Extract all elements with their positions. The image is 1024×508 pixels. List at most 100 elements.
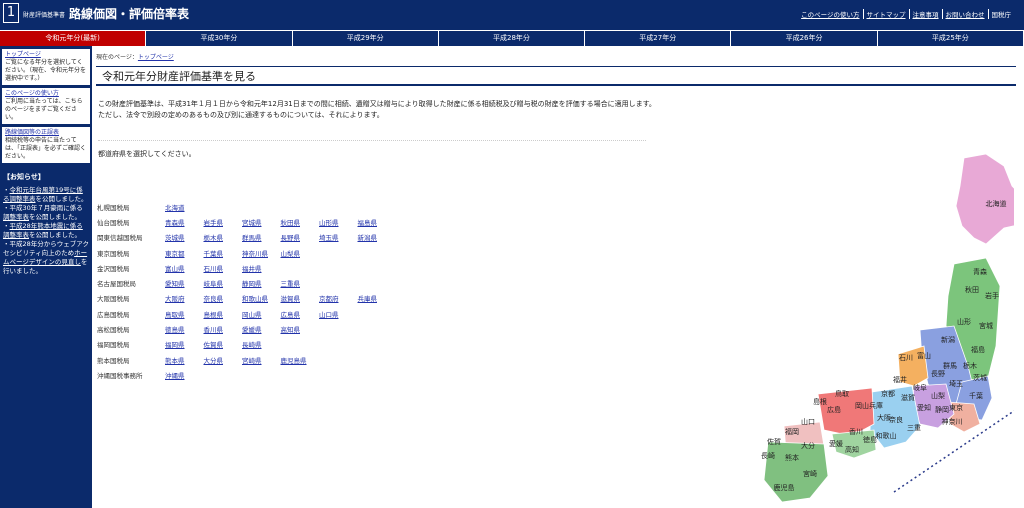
news-link[interactable]: 調整率表 bbox=[3, 213, 29, 221]
prefecture-link[interactable]: 富山県 bbox=[165, 263, 204, 273]
map-label[interactable]: 神奈川 bbox=[942, 417, 963, 426]
map-label[interactable]: 岐阜 bbox=[913, 383, 927, 392]
map-label[interactable]: 宮崎 bbox=[803, 469, 817, 478]
prefecture-link[interactable]: 山梨県 bbox=[281, 248, 320, 258]
map-label[interactable]: 山形 bbox=[957, 317, 971, 326]
prefecture-link[interactable]: 福井県 bbox=[242, 263, 281, 273]
site-title[interactable]: 路線価図・評価倍率表 bbox=[69, 5, 189, 22]
prefecture-link[interactable]: 群馬県 bbox=[242, 232, 281, 242]
region-kumamoto[interactable] bbox=[763, 441, 829, 503]
map-label[interactable]: 熊本 bbox=[785, 453, 799, 462]
map-label[interactable]: 佐賀 bbox=[767, 437, 781, 446]
tab-year-h28[interactable]: 平成28年分 bbox=[439, 31, 586, 46]
prefecture-link[interactable]: 沖縄県 bbox=[165, 370, 204, 380]
prefecture-link[interactable]: 神奈川県 bbox=[242, 248, 281, 258]
prefecture-link[interactable]: 長崎県 bbox=[242, 339, 281, 349]
map-label[interactable]: 山口 bbox=[801, 417, 815, 426]
prefecture-link[interactable]: 長野県 bbox=[281, 232, 320, 242]
prefecture-link[interactable]: 徳島県 bbox=[165, 324, 204, 334]
map-label[interactable]: 埼玉 bbox=[949, 379, 963, 388]
prefecture-link[interactable]: 秋田県 bbox=[281, 217, 320, 227]
map-label[interactable]: 東京 bbox=[949, 403, 963, 412]
header-link-nta[interactable]: 国税庁 bbox=[989, 9, 1015, 19]
map-label[interactable]: 三重 bbox=[907, 424, 921, 432]
map-label[interactable]: 石川 bbox=[899, 354, 913, 362]
tab-year-h29[interactable]: 平成29年分 bbox=[293, 31, 439, 46]
prefecture-link[interactable]: 香川県 bbox=[204, 324, 243, 334]
prefecture-link[interactable]: 宮城県 bbox=[242, 217, 281, 227]
map-label[interactable]: 秋田 bbox=[965, 285, 979, 294]
prefecture-link[interactable]: 大阪府 bbox=[165, 293, 204, 303]
tab-year-h27[interactable]: 平成27年分 bbox=[585, 31, 732, 46]
prefecture-link[interactable]: 福島県 bbox=[358, 217, 397, 227]
prefecture-link[interactable]: 東京都 bbox=[165, 248, 204, 258]
prefecture-link[interactable]: 愛知県 bbox=[165, 278, 204, 288]
map-label[interactable]: 福井 bbox=[893, 375, 907, 384]
region-hokkaido[interactable] bbox=[955, 153, 1014, 245]
prefecture-link[interactable]: 岐阜県 bbox=[204, 278, 243, 288]
map-label[interactable]: 静岡 bbox=[935, 405, 949, 414]
prefecture-link[interactable]: 佐賀県 bbox=[204, 339, 243, 349]
prefecture-link[interactable]: 鳥取県 bbox=[165, 309, 204, 319]
tab-year-h25[interactable]: 平成25年分 bbox=[878, 31, 1024, 46]
prefecture-link[interactable]: 静岡県 bbox=[242, 278, 281, 288]
prefecture-link[interactable]: 兵庫県 bbox=[358, 293, 397, 303]
prefecture-link[interactable]: 宮崎県 bbox=[242, 355, 281, 365]
sidebar-link-howto[interactable]: このページの使い方 bbox=[5, 90, 87, 98]
prefecture-link[interactable]: 京都府 bbox=[319, 293, 358, 303]
map-label[interactable]: 山梨 bbox=[931, 391, 945, 400]
prefecture-link[interactable]: 奈良県 bbox=[204, 293, 243, 303]
map-label[interactable]: 高知 bbox=[845, 445, 859, 454]
map-label[interactable]: 群馬 bbox=[943, 361, 957, 370]
breadcrumb-link-top[interactable]: トップページ bbox=[138, 54, 174, 61]
sidebar-link-errata[interactable]: 路線価図等の正誤表 bbox=[5, 129, 87, 137]
prefecture-link[interactable]: 福岡県 bbox=[165, 339, 204, 349]
prefecture-link[interactable]: 山形県 bbox=[319, 217, 358, 227]
prefecture-link[interactable]: 新潟県 bbox=[358, 232, 397, 242]
japan-map[interactable]: 北海道青森秋田岩手山形 宮城新潟福島石川 富山群馬 栃木長野 茨城 福井 埼玉 岐阜山梨 千葉東… bbox=[724, 146, 1014, 508]
tab-year-r1[interactable]: 令和元年分(最新) bbox=[0, 31, 147, 46]
tab-year-h30[interactable]: 平成30年分 bbox=[146, 31, 293, 46]
prefecture-link[interactable]: 滋賀県 bbox=[281, 293, 320, 303]
tab-year-h26[interactable]: 平成26年分 bbox=[731, 31, 878, 46]
map-label[interactable]: 青森 bbox=[973, 267, 987, 276]
prefecture-link[interactable]: 鹿児島県 bbox=[281, 355, 320, 365]
map-label[interactable]: 新潟 bbox=[941, 335, 955, 344]
header-link-howto[interactable]: このページの使い方 bbox=[798, 9, 864, 19]
map-label[interactable]: 岡山 bbox=[855, 401, 869, 410]
prefecture-link[interactable]: 広島県 bbox=[281, 309, 320, 319]
prefecture-link[interactable]: 青森県 bbox=[165, 217, 204, 227]
prefecture-link[interactable]: 大分県 bbox=[204, 355, 243, 365]
prefecture-link[interactable]: 千葉県 bbox=[204, 248, 243, 258]
map-label[interactable]: 大分 bbox=[801, 441, 815, 450]
prefecture-link[interactable]: 和歌山県 bbox=[242, 293, 281, 303]
map-label[interactable]: 広島 bbox=[827, 405, 841, 414]
map-label[interactable]: 栃木 bbox=[963, 361, 977, 370]
prefecture-link[interactable]: 岡山県 bbox=[242, 309, 281, 319]
prefecture-link[interactable]: 三重県 bbox=[281, 278, 320, 288]
map-label[interactable]: 岩手 bbox=[985, 291, 999, 300]
map-label[interactable]: 香川 bbox=[849, 427, 863, 436]
prefecture-link[interactable]: 愛媛県 bbox=[242, 324, 281, 334]
map-label[interactable]: 長野 bbox=[931, 370, 945, 378]
map-label[interactable]: 愛媛 bbox=[829, 439, 843, 448]
map-label[interactable]: 兵庫 bbox=[869, 401, 883, 410]
prefecture-link[interactable]: 石川県 bbox=[204, 263, 243, 273]
map-label[interactable]: 島根 bbox=[813, 397, 827, 406]
map-label[interactable]: 茨城 bbox=[973, 373, 987, 382]
map-label[interactable]: 滋賀 bbox=[901, 393, 915, 402]
map-label[interactable]: 福島 bbox=[971, 345, 985, 354]
map-label[interactable]: 長崎 bbox=[761, 451, 775, 460]
prefecture-link[interactable]: 埼玉県 bbox=[319, 232, 358, 242]
map-label[interactable]: 和歌山 bbox=[876, 431, 897, 440]
prefecture-link[interactable]: 岩手県 bbox=[204, 217, 243, 227]
map-label[interactable]: 京都 bbox=[881, 389, 895, 398]
prefecture-link[interactable]: 熊本県 bbox=[165, 355, 204, 365]
prefecture-link[interactable]: 高知県 bbox=[281, 324, 320, 334]
map-label[interactable]: 福岡 bbox=[785, 427, 799, 436]
map-label[interactable]: 富山 bbox=[917, 351, 931, 360]
map-label[interactable]: 鳥取 bbox=[835, 389, 849, 398]
prefecture-link[interactable]: 茨城県 bbox=[165, 232, 204, 242]
prefecture-link[interactable]: 山口県 bbox=[319, 309, 358, 319]
sidebar-link-top[interactable]: トップページ bbox=[5, 51, 87, 59]
